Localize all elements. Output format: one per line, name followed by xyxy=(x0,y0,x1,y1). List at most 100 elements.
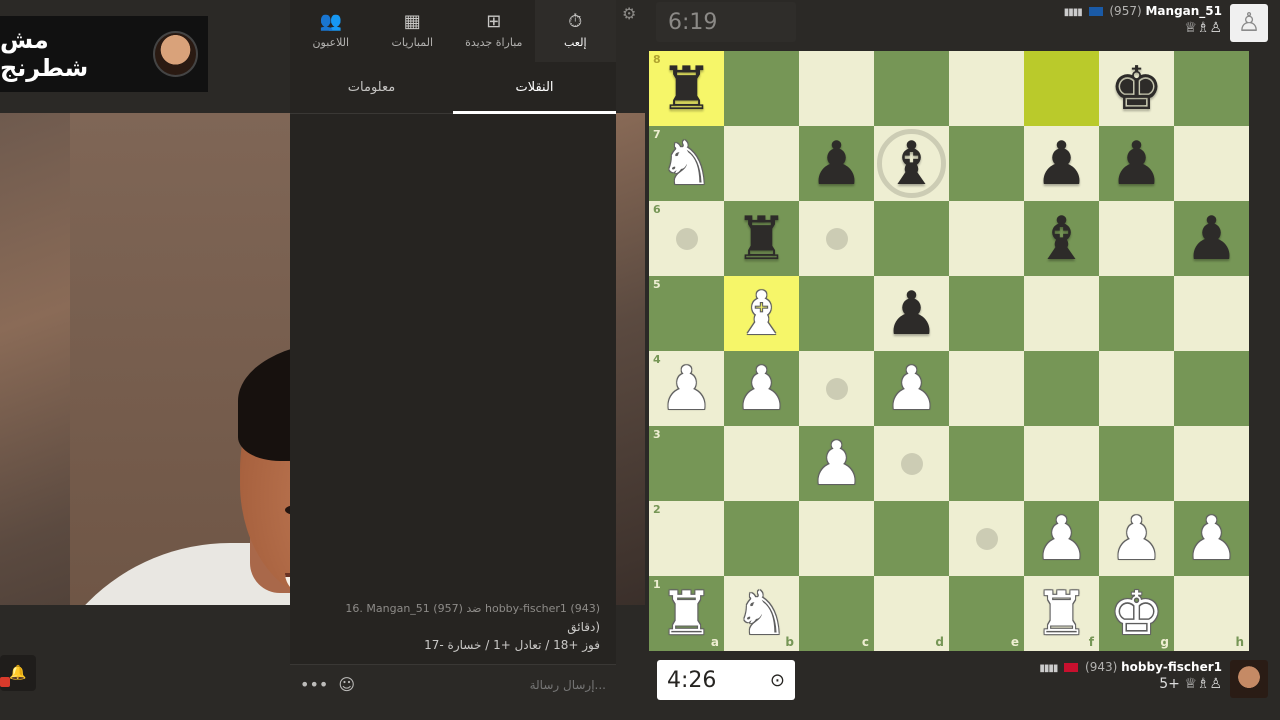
more-options-icon[interactable]: ••• xyxy=(300,675,328,694)
white-knight-icon[interactable]: ♞ xyxy=(735,584,789,644)
black-pawn-icon[interactable]: ♟ xyxy=(1185,209,1239,269)
square-g2[interactable]: ♟ xyxy=(1099,501,1174,576)
white-pawn-icon[interactable]: ♟ xyxy=(885,359,939,419)
white-pawn-icon[interactable]: ♟ xyxy=(735,359,789,419)
chat-input[interactable] xyxy=(365,677,606,692)
square-f3[interactable] xyxy=(1024,426,1099,501)
black-bishop-icon[interactable]: ♝ xyxy=(1035,209,1089,269)
notification-bell-icon[interactable]: 🔔 xyxy=(0,655,36,691)
square-h4[interactable] xyxy=(1174,351,1249,426)
bottom-player-name[interactable]: hobby-fischer1 xyxy=(1121,660,1222,674)
square-h6[interactable]: ♟ xyxy=(1174,201,1249,276)
black-pawn-icon[interactable]: ♟ xyxy=(810,134,864,194)
chess-board[interactable]: 8 ♜ ♚ 7 ♞ ♟ ♝ ♟ ♟ 6 ♜ ♝ ♟ 5 ♝ ♟ 4 ♟ ♟ ♟ 3 ♟ 2 ♟ ♟ ♟ 1 a ♜ b ♞ c d e f ♜ g ♚ h xyxy=(649,51,1249,651)
white-pawn-icon[interactable]: ♟ xyxy=(1185,509,1239,569)
square-d5[interactable]: ♟ xyxy=(874,276,949,351)
square-g7[interactable]: ♟ xyxy=(1099,126,1174,201)
white-bishop-icon[interactable]: ♝ xyxy=(735,284,789,344)
white-rook-icon[interactable]: ♜ xyxy=(1035,584,1089,644)
legal-move-dot[interactable] xyxy=(825,377,848,400)
legal-move-dot[interactable] xyxy=(975,527,998,550)
white-king-icon[interactable]: ♚ xyxy=(1110,584,1164,644)
square-a6[interactable]: 6 xyxy=(649,201,724,276)
square-e7[interactable] xyxy=(949,126,1024,201)
nav-play[interactable]: ⏱ إلعب xyxy=(534,0,616,62)
tab-moves[interactable]: النقلات xyxy=(453,62,616,114)
black-pawn-icon[interactable]: ♟ xyxy=(1110,134,1164,194)
square-c8[interactable] xyxy=(799,51,874,126)
square-h8[interactable] xyxy=(1174,51,1249,126)
square-f8[interactable] xyxy=(1024,51,1099,126)
square-a8[interactable]: 8 ♜ xyxy=(649,51,724,126)
square-g3[interactable] xyxy=(1099,426,1174,501)
black-pawn-icon[interactable]: ♟ xyxy=(885,284,939,344)
white-pawn-icon[interactable]: ♟ xyxy=(810,434,864,494)
white-pawn-icon[interactable]: ♟ xyxy=(1035,509,1089,569)
top-player-avatar[interactable]: ♙ xyxy=(1230,4,1268,42)
square-g6[interactable] xyxy=(1099,201,1174,276)
square-b7[interactable] xyxy=(724,126,799,201)
square-e6[interactable] xyxy=(949,201,1024,276)
nav-games[interactable]: ▦ المباريات xyxy=(372,0,454,62)
white-rook-icon[interactable]: ♜ xyxy=(660,584,714,644)
square-f7[interactable]: ♟ xyxy=(1024,126,1099,201)
square-e3[interactable] xyxy=(949,426,1024,501)
square-h3[interactable] xyxy=(1174,426,1249,501)
square-d2[interactable] xyxy=(874,501,949,576)
legal-move-dot[interactable] xyxy=(900,452,923,475)
black-pawn-icon[interactable]: ♟ xyxy=(1035,134,1089,194)
tab-info[interactable]: معلومات xyxy=(290,62,453,113)
black-king-icon[interactable]: ♚ xyxy=(1110,59,1164,119)
square-h7[interactable] xyxy=(1174,126,1249,201)
square-h5[interactable] xyxy=(1174,276,1249,351)
square-a7[interactable]: 7 ♞ xyxy=(649,126,724,201)
square-e4[interactable] xyxy=(949,351,1024,426)
capture-hint-ring[interactable] xyxy=(877,129,946,198)
square-b1[interactable]: b ♞ xyxy=(724,576,799,651)
square-e8[interactable] xyxy=(949,51,1024,126)
square-b2[interactable] xyxy=(724,501,799,576)
bottom-player-avatar[interactable] xyxy=(1230,660,1268,698)
square-d6[interactable] xyxy=(874,201,949,276)
square-d7[interactable]: ♝ xyxy=(874,126,949,201)
square-h2[interactable]: ♟ xyxy=(1174,501,1249,576)
square-d1[interactable]: d xyxy=(874,576,949,651)
square-c1[interactable]: c xyxy=(799,576,874,651)
square-a3[interactable]: 3 xyxy=(649,426,724,501)
square-a5[interactable]: 5 xyxy=(649,276,724,351)
square-b4[interactable]: ♟ xyxy=(724,351,799,426)
square-b6[interactable]: ♜ xyxy=(724,201,799,276)
nav-players[interactable]: 👥 اللاعبون xyxy=(290,0,372,62)
square-c7[interactable]: ♟ xyxy=(799,126,874,201)
square-f2[interactable]: ♟ xyxy=(1024,501,1099,576)
square-c3[interactable]: ♟ xyxy=(799,426,874,501)
white-pawn-icon[interactable]: ♟ xyxy=(1110,509,1164,569)
square-d4[interactable]: ♟ xyxy=(874,351,949,426)
square-d3[interactable] xyxy=(874,426,949,501)
square-d8[interactable] xyxy=(874,51,949,126)
square-h1[interactable]: h xyxy=(1174,576,1249,651)
white-knight-icon[interactable]: ♞ xyxy=(660,134,714,194)
square-b3[interactable] xyxy=(724,426,799,501)
square-c2[interactable] xyxy=(799,501,874,576)
square-g5[interactable] xyxy=(1099,276,1174,351)
square-g4[interactable] xyxy=(1099,351,1174,426)
square-f6[interactable]: ♝ xyxy=(1024,201,1099,276)
square-e2[interactable] xyxy=(949,501,1024,576)
square-e5[interactable] xyxy=(949,276,1024,351)
black-rook-icon[interactable]: ♜ xyxy=(735,209,789,269)
white-pawn-icon[interactable]: ♟ xyxy=(660,359,714,419)
square-a2[interactable]: 2 xyxy=(649,501,724,576)
emoji-icon[interactable]: ☺ xyxy=(338,675,355,694)
black-rook-icon[interactable]: ♜ xyxy=(660,59,714,119)
legal-move-dot[interactable] xyxy=(825,227,848,250)
square-g8[interactable]: ♚ xyxy=(1099,51,1174,126)
square-c6[interactable] xyxy=(799,201,874,276)
square-g1[interactable]: g ♚ xyxy=(1099,576,1174,651)
square-c4[interactable] xyxy=(799,351,874,426)
legal-move-dot[interactable] xyxy=(675,227,698,250)
square-a1[interactable]: 1 a ♜ xyxy=(649,576,724,651)
square-c5[interactable] xyxy=(799,276,874,351)
square-f1[interactable]: f ♜ xyxy=(1024,576,1099,651)
nav-new-game[interactable]: ⊞ مباراة جديدة xyxy=(453,0,535,62)
